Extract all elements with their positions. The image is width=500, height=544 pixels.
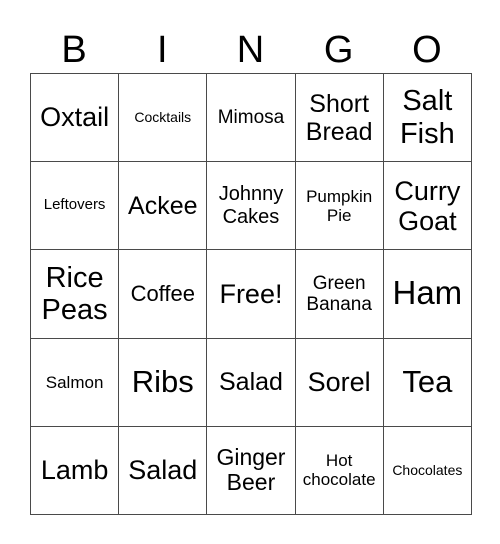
bingo-cell[interactable]: Sorel (294, 337, 384, 427)
header-letter-n: N (236, 29, 265, 71)
header-letter-i: I (157, 29, 168, 71)
bingo-cell[interactable]: Salt Fish (382, 72, 472, 163)
bingo-row: Salmon Ribs Salad Sorel Tea (29, 337, 472, 427)
bingo-cell[interactable]: Hot chocolate (294, 425, 384, 515)
bingo-row: Rice Peas Coffee Free! Green Banana Ham (29, 249, 472, 339)
bingo-cell[interactable]: Ackee (118, 161, 208, 251)
bingo-row: Oxtail Cocktails Mimosa Short Bread Salt Fis… (29, 72, 472, 163)
bingo-row: Lamb Salad Ginger Beer Hot chocolate Chocola… (29, 425, 472, 515)
bingo-row: Leftovers Ackee Johnny Cakes Pumpkin Pie Cur… (29, 161, 472, 251)
header-letter-b: B (61, 29, 87, 71)
bingo-cell[interactable]: Rice Peas (29, 249, 120, 339)
bingo-cell[interactable]: Salmon (29, 337, 120, 427)
bingo-cell[interactable]: Ham (382, 249, 472, 339)
bingo-cell[interactable]: Salad (206, 337, 296, 427)
bingo-cell[interactable]: Green Banana (294, 249, 384, 339)
bingo-cell[interactable]: Cocktails (118, 72, 208, 163)
bingo-header: B I N G O (30, 28, 471, 72)
header-letter-g: G (323, 29, 354, 71)
bingo-cell[interactable]: Leftovers (29, 161, 120, 251)
bingo-cell[interactable]: Short Bread (294, 72, 384, 163)
bingo-cell[interactable]: Tea (382, 337, 472, 427)
header-letter-o: O (412, 29, 442, 71)
bingo-cell[interactable]: Ginger Beer (206, 425, 296, 515)
bingo-cell[interactable]: Pumpkin Pie (294, 161, 384, 251)
bingo-cell[interactable]: Chocolates (382, 425, 472, 515)
bingo-card-grid: Oxtail Cocktails Mimosa Short Bread Salt Fis… (29, 72, 472, 515)
bingo-cell[interactable]: Lamb (29, 425, 120, 515)
bingo-cell[interactable]: Mimosa (206, 72, 296, 163)
bingo-cell[interactable]: Ribs (118, 337, 208, 427)
bingo-cell[interactable]: Oxtail (29, 72, 120, 163)
bingo-cell[interactable]: Curry Goat (382, 161, 472, 251)
bingo-cell[interactable]: Johnny Cakes (206, 161, 296, 251)
free-space-cell[interactable]: Free! (206, 249, 296, 339)
bingo-cell[interactable]: Coffee (118, 249, 208, 339)
bingo-cell[interactable]: Salad (118, 425, 208, 515)
